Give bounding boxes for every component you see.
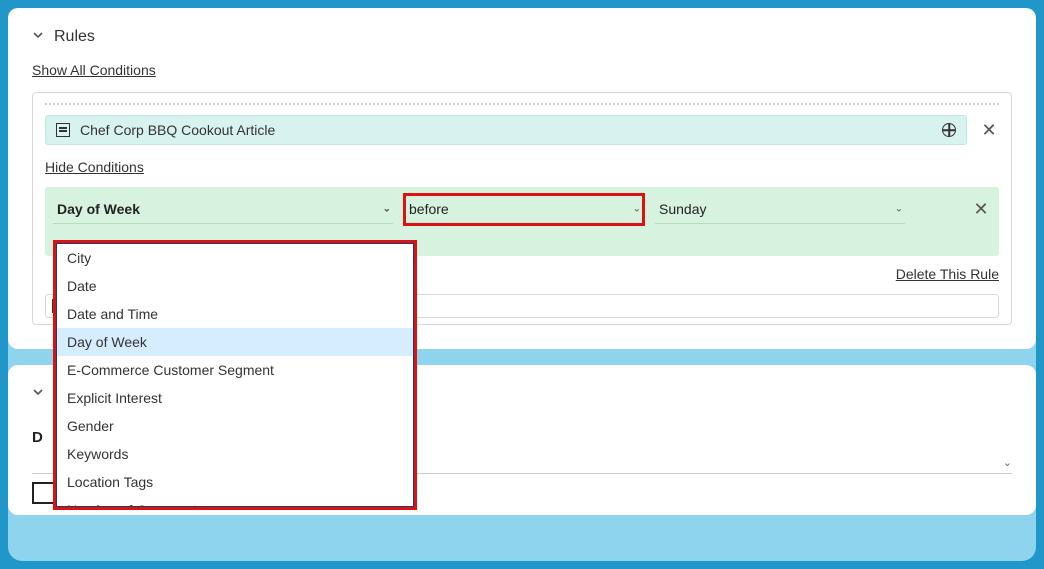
chevron-down-icon (32, 385, 44, 403)
condition-operator-value: before (409, 201, 449, 217)
condition-value-dropdown[interactable]: Sunday ⌄ (655, 195, 905, 224)
remove-rule-button[interactable]: ✕ (979, 120, 999, 140)
field-option[interactable]: Location Tags (57, 468, 413, 496)
hide-conditions-link[interactable]: Hide Conditions (45, 159, 144, 175)
condition-field-value: Day of Week (57, 201, 140, 217)
condition-field-options-popup: CityDateDate and TimeDay of WeekE-Commer… (56, 243, 414, 507)
rules-heading: Rules (54, 28, 95, 46)
chevron-down-icon (32, 28, 44, 46)
field-option[interactable]: Date (57, 272, 413, 300)
document-icon (56, 123, 70, 137)
rule-title-text: Chef Corp BBQ Cookout Article (80, 122, 275, 138)
field-option[interactable]: Number of Comments (57, 496, 413, 506)
field-option[interactable]: Gender (57, 412, 413, 440)
field-option[interactable]: Day of Week (57, 328, 413, 356)
field-option[interactable]: Keywords (57, 440, 413, 468)
drag-handle-strip[interactable] (45, 103, 999, 105)
rules-panel: Rules Show All Conditions Chef Corp BBQ … (8, 8, 1036, 349)
rules-heading-row[interactable]: Rules (32, 28, 1012, 46)
field-option[interactable]: City (57, 244, 413, 272)
field-option[interactable]: E-Commerce Customer Segment (57, 356, 413, 384)
show-all-conditions-link[interactable]: Show All Conditions (32, 62, 156, 78)
rule-title-bar[interactable]: Chef Corp BBQ Cookout Article (45, 115, 967, 145)
chevron-down-icon: ⌄ (633, 204, 641, 215)
field-option[interactable]: Explicit Interest (57, 384, 413, 412)
condition-value-text: Sunday (659, 201, 706, 217)
field-option[interactable]: Date and Time (57, 300, 413, 328)
condition-field-dropdown[interactable]: Day of Week ⌄ (53, 195, 393, 224)
globe-icon[interactable] (942, 123, 956, 137)
condition-operator-dropdown[interactable]: before ⌄ (405, 195, 643, 224)
chevron-down-icon: ⌄ (1003, 456, 1012, 469)
chevron-down-icon: ⌄ (895, 204, 903, 215)
delete-rule-link[interactable]: Delete This Rule (896, 266, 999, 282)
chevron-down-icon: ⌄ (383, 204, 391, 215)
remove-condition-button[interactable]: ✕ (971, 200, 991, 220)
